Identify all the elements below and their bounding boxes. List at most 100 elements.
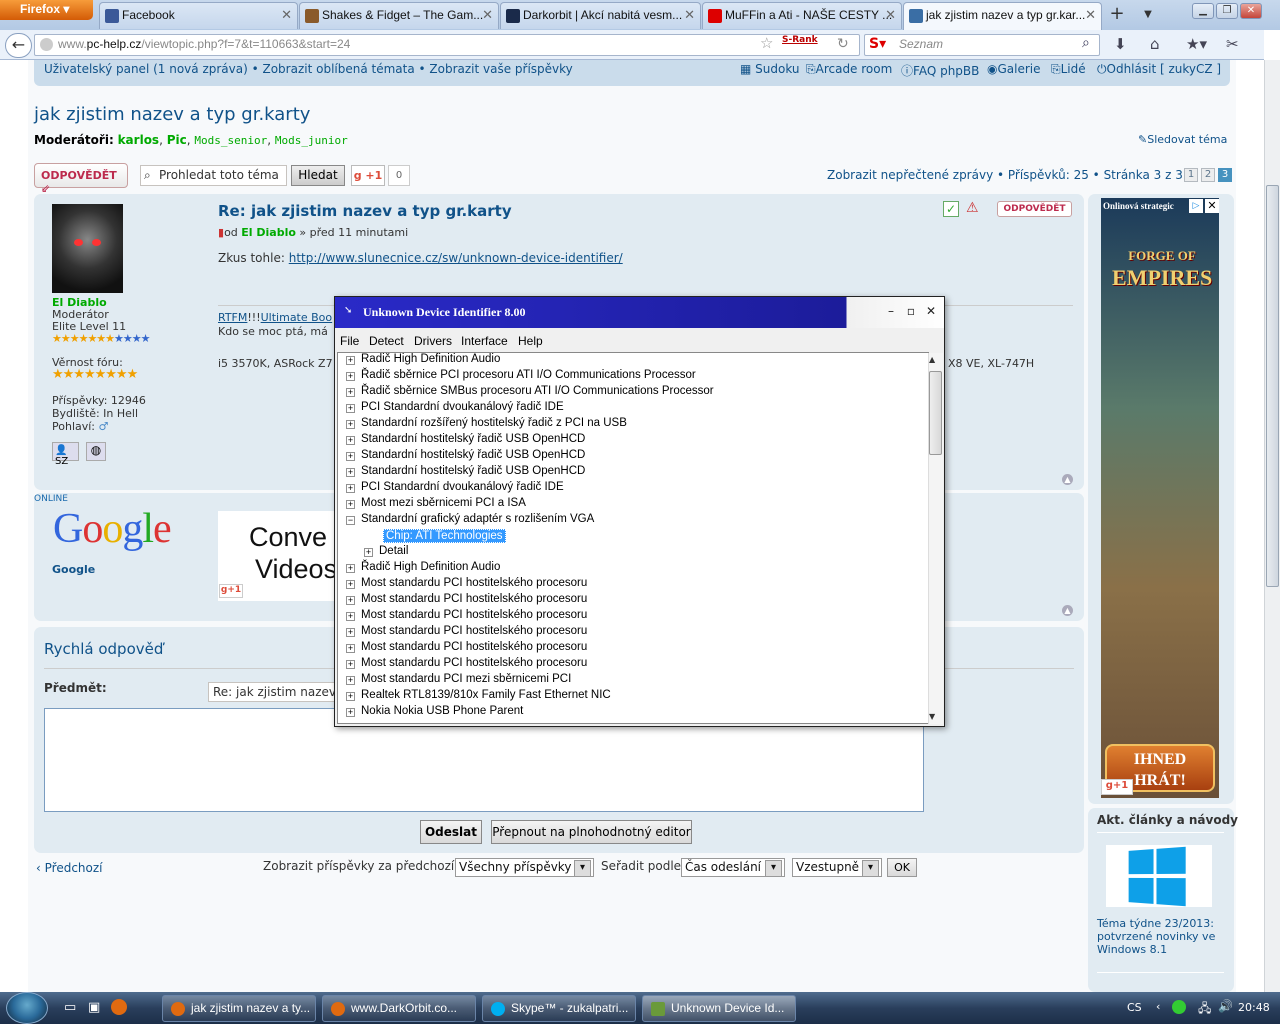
expand-icon[interactable]: +	[346, 660, 355, 669]
taskbar-item-darkorbit[interactable]: www.DarkOrbit.co...	[322, 995, 476, 1022]
minimize-button[interactable]: ▁	[1192, 3, 1214, 19]
quote-reply-button[interactable]: ODPOVĚDĚT	[997, 201, 1072, 217]
firefox-menu-button[interactable]: Firefox ▾	[0, 0, 93, 20]
page-2-link[interactable]: 2	[1201, 168, 1215, 182]
expand-icon[interactable]: +	[346, 596, 355, 605]
google-author-name[interactable]: Google	[52, 563, 95, 576]
bookmark-star-icon[interactable]: ☆	[760, 34, 773, 52]
show-desktop-icon[interactable]: ▭	[64, 1000, 76, 1015]
back-to-top-icon[interactable]: ▲	[1062, 605, 1073, 616]
avatar[interactable]	[52, 204, 123, 293]
firefox-icon[interactable]	[111, 999, 127, 1015]
reply-button[interactable]: ODPOVĚDĚT ⇙	[34, 163, 128, 195]
back-to-top-icon[interactable]: ▲	[1062, 474, 1073, 485]
menu-interface[interactable]: Interface	[461, 334, 508, 348]
user-panel-links[interactable]: Uživatelský panel (1 nová zpráva) • Zobr…	[44, 62, 573, 76]
tree-scrollbar-thumb[interactable]	[929, 371, 942, 455]
article-link[interactable]: Téma týdne 23/2013: potvrzené novinky ve…	[1097, 917, 1217, 956]
new-tab-button[interactable]: +	[1104, 3, 1130, 27]
expand-icon[interactable]: +	[346, 372, 355, 381]
scroll-up-icon[interactable]: ▲	[929, 355, 935, 364]
device-tree[interactable]: + Řadič High Definition Audio + Řadič sběrn…	[337, 352, 929, 724]
udi-minimize-button[interactable]: –	[882, 303, 900, 321]
order-select[interactable]: Vzestupně	[792, 858, 882, 877]
download-icon[interactable]: ⬇	[1114, 35, 1127, 53]
network-icon[interactable]: 🖧	[1198, 999, 1211, 1020]
close-icon[interactable]: ✕	[885, 7, 896, 23]
report-icon[interactable]: ⚠	[966, 200, 979, 216]
topnav-sudoku[interactable]: ▦ Sudoku	[740, 62, 800, 76]
subject-input[interactable]: Re: jak zjistim nazev a typ gr.karty	[208, 682, 344, 702]
send-button[interactable]: Odeslat	[420, 820, 482, 844]
ad-gplus[interactable]: g+1	[219, 584, 243, 598]
menu-file[interactable]: File	[340, 334, 359, 348]
tab-list-button[interactable]: ▼	[1130, 3, 1166, 27]
menu-drivers[interactable]: Drivers	[414, 334, 452, 348]
topnav-gallery[interactable]: ◉Galerie	[987, 62, 1041, 76]
topnav-logout[interactable]: ⏻Odhlásit [ zukyCZ ]	[1097, 62, 1221, 77]
search-icon[interactable]: ⌕	[1082, 35, 1090, 51]
close-icon[interactable]: ✕	[281, 7, 292, 23]
watch-topic-link[interactable]: ✎Sledovat téma	[1138, 133, 1227, 146]
explorer-icon[interactable]: ▣	[88, 1000, 100, 1015]
adchoices-icon[interactable]: ▷	[1189, 199, 1203, 213]
check-icon[interactable]: ✓	[943, 201, 959, 217]
seznam-icon[interactable]: S▾	[869, 36, 886, 52]
expand-icon[interactable]: +	[346, 692, 355, 701]
windows-logo[interactable]	[1106, 845, 1212, 907]
topic-search-input[interactable]: ⌕ Prohledat toto téma	[140, 165, 287, 186]
sort-select[interactable]: Čas odeslání	[681, 858, 785, 877]
post-title[interactable]: Re: jak zjistim nazev a typ gr.karty	[218, 202, 512, 220]
tab-facebook[interactable]: Facebook ✕	[99, 2, 298, 29]
expand-icon[interactable]: +	[346, 580, 355, 589]
expand-icon[interactable]: +	[346, 708, 355, 717]
expand-icon[interactable]: +	[346, 564, 355, 573]
url-text[interactable]: www.pc-help.cz/viewtopic.php?f=7&t=11066…	[58, 37, 350, 51]
topnav-faq[interactable]: ⓘFAQ phpBB	[901, 62, 979, 79]
ad-text[interactable]: Conve Videos	[249, 521, 337, 585]
search-button[interactable]: Hledat	[291, 165, 345, 186]
profile-icon[interactable]: 👤SZ	[52, 442, 79, 467]
topnav-people[interactable]: ⎘Lidé	[1051, 62, 1086, 77]
expand-icon[interactable]: +	[346, 436, 355, 445]
expand-icon[interactable]: +	[346, 484, 355, 493]
google-plus-button[interactable]: g +1	[351, 165, 385, 186]
tab-muffin[interactable]: MuFFin a Ati - NAŠE CESTY ... ✕	[702, 2, 902, 29]
topnav-arcade[interactable]: ⎘Arcade room	[806, 62, 892, 77]
expand-icon[interactable]: +	[346, 404, 355, 413]
taskbar-item-skype[interactable]: Skype™ - zukalpatri...	[482, 995, 636, 1022]
srank-badge[interactable]: S-Rank	[782, 35, 818, 45]
expand-icon[interactable]: +	[346, 500, 355, 509]
post-link[interactable]: http://www.slunecnice.cz/sw/unknown-devi…	[289, 251, 623, 265]
volume-icon[interactable]: 🔊	[1218, 999, 1233, 1013]
expand-icon[interactable]: +	[346, 612, 355, 621]
topic-title[interactable]: jak zjistim nazev a typ gr.karty	[34, 104, 310, 125]
tab-active-topic[interactable]: jak zjistim nazev a typ gr.kar... ✕	[903, 2, 1102, 30]
udi-maximize-button[interactable]: ▫	[902, 303, 920, 321]
expand-icon[interactable]: +	[364, 548, 373, 557]
expand-icon[interactable]: +	[346, 644, 355, 653]
close-window-button[interactable]: ✕	[1240, 3, 1262, 19]
expand-icon[interactable]: +	[346, 468, 355, 477]
website-icon[interactable]: ◍	[86, 442, 106, 461]
clock[interactable]: 20:48	[1238, 1001, 1270, 1014]
back-button[interactable]: ←	[5, 33, 32, 58]
expand-icon[interactable]: +	[346, 628, 355, 637]
tab-darkorbit[interactable]: Darkorbit | Akcí nabitá vesm... ✕	[500, 2, 701, 29]
close-icon[interactable]: ✕	[684, 7, 695, 23]
collapse-icon[interactable]: −	[346, 516, 355, 525]
tools-icon[interactable]: ✂	[1226, 35, 1239, 53]
home-icon[interactable]: ⌂	[1150, 35, 1160, 53]
restore-button[interactable]: ❐	[1216, 3, 1238, 19]
close-icon[interactable]: ✕	[482, 7, 493, 23]
scroll-down-icon[interactable]: ▼	[929, 712, 935, 721]
start-button[interactable]	[6, 992, 48, 1024]
expand-icon[interactable]: +	[346, 356, 355, 365]
ok-button[interactable]: OK	[887, 858, 917, 877]
reload-icon[interactable]: ↻	[837, 36, 849, 52]
tray-expand-icon[interactable]: ‹	[1156, 1000, 1160, 1013]
tab-shakes[interactable]: Shakes & Fidget – The Gam... ✕	[299, 2, 499, 29]
close-icon[interactable]: ✕	[1085, 7, 1096, 23]
full-editor-button[interactable]: Přepnout na plnohodnotný editor	[491, 820, 692, 844]
page-1-link[interactable]: 1	[1184, 168, 1198, 182]
